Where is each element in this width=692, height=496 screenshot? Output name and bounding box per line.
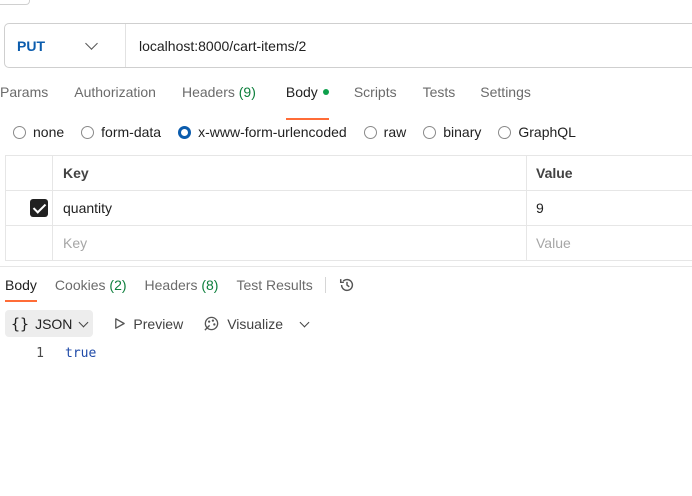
tab-label: Body [5,277,37,293]
radio-none[interactable]: none [13,124,64,140]
format-select[interactable]: {} JSON [5,310,94,337]
key-value-table: Key Value quantity 9 Key Value [5,155,692,261]
headers-count: (8) [201,277,219,293]
table-row: quantity 9 [5,191,692,226]
headers-count: (9) [238,84,256,100]
radio-circle-icon [363,125,377,139]
radio-form-data[interactable]: form-data [81,124,161,140]
method-select[interactable]: PUT [5,24,126,67]
format-label: JSON [35,315,73,332]
radio-label: x-www-form-urlencoded [198,124,347,140]
response-tabs: Body Cookies (2) Headers (8) Test Result… [5,276,356,302]
history-icon[interactable] [338,276,356,294]
radio-selected-icon [178,125,192,139]
tab-authorization[interactable]: Authorization [74,84,156,110]
tab-label: Authorization [74,84,156,100]
chevron-down-icon [78,317,89,327]
url-input[interactable]: localhost:8000/cart-items/2 [126,38,306,54]
table-header-row: Key Value [5,156,692,191]
tab-label: Headers [144,277,198,293]
response-value: true [65,346,97,361]
radio-label: none [33,124,65,140]
tab-settings[interactable]: Settings [480,84,531,110]
visualize-button[interactable]: Visualize [203,315,310,332]
chevron-down-icon [85,37,98,50]
radio-label: form-data [101,124,162,140]
tab-separator [324,277,326,293]
cookies-count: (2) [109,277,127,293]
chevron-down-icon[interactable] [299,317,310,327]
request-tabs: Params Authorization Headers (9) Body Sc… [0,84,531,120]
tab-body[interactable]: Body [285,84,329,120]
body-indicator-dot [322,88,329,95]
row-checkbox-cell [5,226,53,260]
response-tab-test-results[interactable]: Test Results [236,277,312,293]
radio-circle-icon [13,125,26,139]
body-type-radio-group: none form-data x-www-form-urlencoded raw… [13,124,593,140]
key-column-header: Key [53,156,527,190]
method-label: PUT [17,37,45,54]
radio-label: GraphQL [518,124,576,140]
tab-label: Settings [480,84,531,100]
line-number: 1 [36,346,44,361]
tab-label: Body [285,84,318,100]
radio-circle-icon [423,125,437,139]
value-column-header: Value [536,165,573,181]
tab-label: Scripts [353,84,397,100]
preview-button[interactable]: Preview [113,316,183,332]
radio-raw[interactable]: raw [363,124,407,140]
tab-label: Headers [181,84,235,100]
row-checkbox-cell [5,191,53,225]
top-corner-frame [0,0,30,5]
url-bar: PUT localhost:8000/cart-items/2 [4,23,692,68]
value-cell[interactable]: 9 [527,191,692,225]
response-body-editor[interactable]: 1 true [0,346,96,361]
response-tab-headers[interactable]: Headers (8) [145,277,219,293]
tab-tests[interactable]: Tests [423,84,456,110]
checkbox-checked-icon[interactable] [30,199,48,217]
response-tab-cookies[interactable]: Cookies (2) [55,277,127,293]
key-placeholder-input[interactable]: Key [53,226,527,260]
radio-label: binary [443,124,482,140]
table-row-empty: Key Value [5,226,692,261]
radio-circle-icon [498,125,512,139]
braces-icon: {} [11,314,30,333]
key-cell[interactable]: quantity [53,191,527,225]
radio-binary[interactable]: binary [423,124,481,140]
visualize-icon [204,316,219,331]
radio-label: raw [383,124,407,140]
tab-params[interactable]: Params [0,84,48,110]
tab-label: Cookies [54,277,106,293]
value-placeholder-input[interactable]: Value [527,226,692,260]
panel-divider[interactable] [0,266,692,267]
tab-scripts[interactable]: Scripts [354,84,397,110]
play-icon [115,318,126,329]
response-tab-body[interactable]: Body [5,277,37,302]
tab-headers[interactable]: Headers (9) [182,84,256,110]
tab-label: Tests [422,84,456,100]
preview-label: Preview [133,315,184,332]
radio-graphql[interactable]: GraphQL [498,124,576,140]
response-toolbar: {} JSON Preview Visualize [5,310,310,337]
check-column-header [5,156,53,190]
tab-label: Params [0,84,49,100]
tab-label: Test Results [236,277,313,293]
visualize-label: Visualize [227,315,283,332]
radio-x-www-form-urlencoded[interactable]: x-www-form-urlencoded [178,124,347,140]
radio-circle-icon [81,125,95,139]
